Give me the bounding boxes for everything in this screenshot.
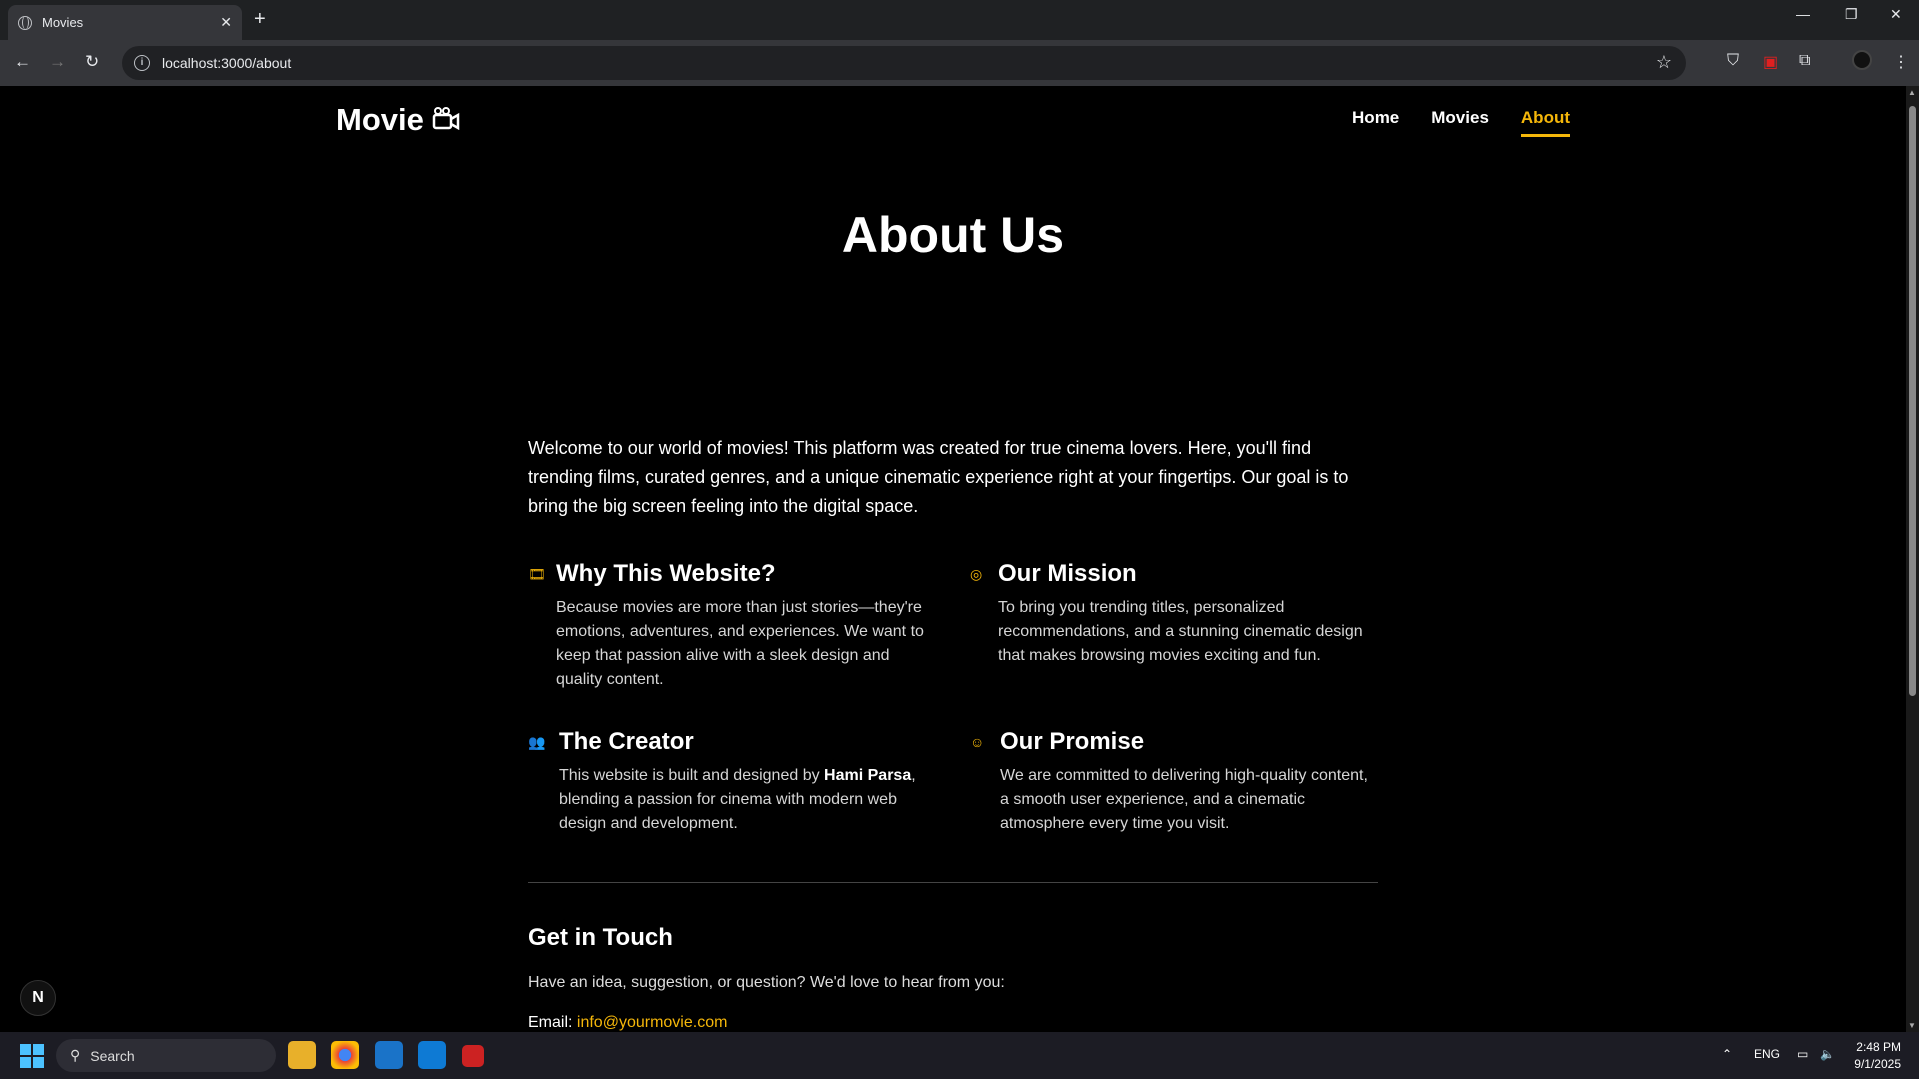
main-nav: Home Movies About	[1352, 108, 1570, 137]
new-tab-button[interactable]: +	[254, 8, 266, 31]
language-indicator[interactable]: ENG	[1754, 1047, 1780, 1061]
page-title: About Us	[841, 207, 1065, 263]
chrome-icon[interactable]	[331, 1041, 359, 1069]
windows-taskbar: ⚲ Search ⌃ ENG ▭ 🔈 2:48 PM 9/1/2025	[0, 1032, 1919, 1079]
contact-title: Get in Touch	[528, 924, 673, 951]
scroll-down-icon[interactable]: ▼	[1908, 1021, 1916, 1030]
contact-email-link[interactable]: info@yourmovie.com	[577, 1014, 728, 1031]
page-scrollbar[interactable]: ▲ ▼	[1906, 86, 1919, 1032]
card-promise: ☺ Our Promise We are committed to delive…	[970, 728, 1370, 836]
network-icon[interactable]: ▭	[1797, 1047, 1808, 1061]
tab-close-icon[interactable]: ✕	[220, 14, 232, 31]
web-page: Movie Home Movies About About Us Welcome…	[0, 86, 1906, 1032]
contact-text: Have an idea, suggestion, or question? W…	[528, 974, 1005, 991]
site-logo[interactable]: Movie	[336, 102, 460, 138]
creator-name: Hami Parsa	[824, 767, 912, 784]
profile-avatar[interactable]	[1852, 50, 1872, 70]
card-title: Why This Website?	[556, 560, 776, 587]
url-text: localhost:3000/about	[162, 55, 292, 71]
film-icon: 🎞	[528, 565, 546, 582]
nav-home[interactable]: Home	[1352, 108, 1399, 137]
minimize-button[interactable]: —	[1796, 6, 1810, 22]
section-divider	[528, 882, 1378, 883]
card-title: Our Promise	[1000, 728, 1145, 755]
card-text: We are committed to delivering high-qual…	[1000, 767, 1368, 832]
file-explorer-icon[interactable]	[288, 1041, 316, 1069]
card-creator: 👥 The Creator This website is built and …	[528, 728, 928, 836]
browser-tab[interactable]: Movies ✕	[8, 5, 242, 40]
reload-icon[interactable]: ↻	[85, 52, 99, 72]
vpn-app-icon[interactable]	[375, 1041, 403, 1069]
nav-movies[interactable]: Movies	[1431, 108, 1489, 137]
site-header: Movie Home Movies About	[336, 102, 1570, 152]
about-content: Welcome to our world of movies! This pla…	[528, 434, 1378, 521]
smile-icon: ☺	[970, 734, 985, 750]
extensions-puzzle-icon[interactable]: ⧉	[1799, 52, 1810, 70]
taskbar-search[interactable]: ⚲ Search	[56, 1039, 276, 1072]
site-info-icon[interactable]: i	[134, 55, 150, 71]
tab-title: Movies	[42, 15, 84, 30]
calendar-app-icon[interactable]	[462, 1045, 484, 1067]
globe-icon	[18, 15, 32, 30]
browser-tab-bar: Movies ✕ + — ❐ ✕	[0, 0, 1919, 40]
card-mission: ◎ Our Mission To bring you trending titl…	[970, 560, 1370, 668]
clock-time: 2:48 PM	[1856, 1040, 1901, 1054]
forward-arrow-icon[interactable]: →	[49, 52, 66, 72]
contact-email-line: Email: info@yourmovie.com	[528, 1014, 728, 1031]
bookmark-star-icon[interactable]: ☆	[1656, 52, 1672, 73]
nav-about[interactable]: About	[1520, 108, 1570, 137]
volume-icon[interactable]: 🔈	[1820, 1047, 1835, 1061]
logo-text: Movie	[336, 102, 424, 137]
record-extension-icon[interactable]: ▣	[1763, 52, 1778, 72]
tray-chevron-icon[interactable]: ⌃	[1722, 1047, 1732, 1061]
restore-button[interactable]: ❐	[1845, 6, 1858, 23]
scroll-up-icon[interactable]: ▲	[1908, 88, 1916, 97]
taskbar-clock[interactable]: 2:48 PM 9/1/2025	[1854, 1039, 1901, 1073]
back-arrow-icon[interactable]: ←	[14, 52, 31, 72]
search-icon: ⚲	[70, 1047, 81, 1063]
scrollbar-thumb[interactable]	[1909, 106, 1916, 696]
browser-menu-icon[interactable]: ⋮	[1893, 52, 1909, 72]
card-why: 🎞 Why This Website? Because movies are m…	[528, 560, 928, 692]
vscode-icon[interactable]	[418, 1041, 446, 1069]
address-bar[interactable]: i localhost:3000/about ☆	[122, 46, 1686, 80]
clock-date: 9/1/2025	[1854, 1057, 1901, 1071]
browser-toolbar: ← → ↻ i localhost:3000/about ☆ ⛉ ▣ ⧉ ⋮	[0, 40, 1919, 86]
taskbar-search-label: Search	[90, 1047, 135, 1064]
users-icon: 👥	[528, 733, 546, 750]
video-camera-icon	[432, 102, 460, 138]
intro-paragraph: Welcome to our world of movies! This pla…	[528, 438, 1349, 516]
target-icon: ◎	[970, 565, 983, 582]
nextjs-dev-badge[interactable]: N	[20, 980, 56, 1016]
card-title: The Creator	[559, 728, 694, 755]
card-title: Our Mission	[998, 560, 1137, 587]
card-text: To bring you trending titles, personaliz…	[998, 599, 1363, 664]
card-text: This website is built and designed by Ha…	[559, 767, 916, 832]
windows-start-icon[interactable]	[20, 1044, 44, 1068]
shield-extension-icon[interactable]: ⛉	[1727, 52, 1739, 70]
window-close-button[interactable]: ✕	[1890, 6, 1902, 23]
card-text: Because movies are more than just storie…	[556, 599, 924, 688]
